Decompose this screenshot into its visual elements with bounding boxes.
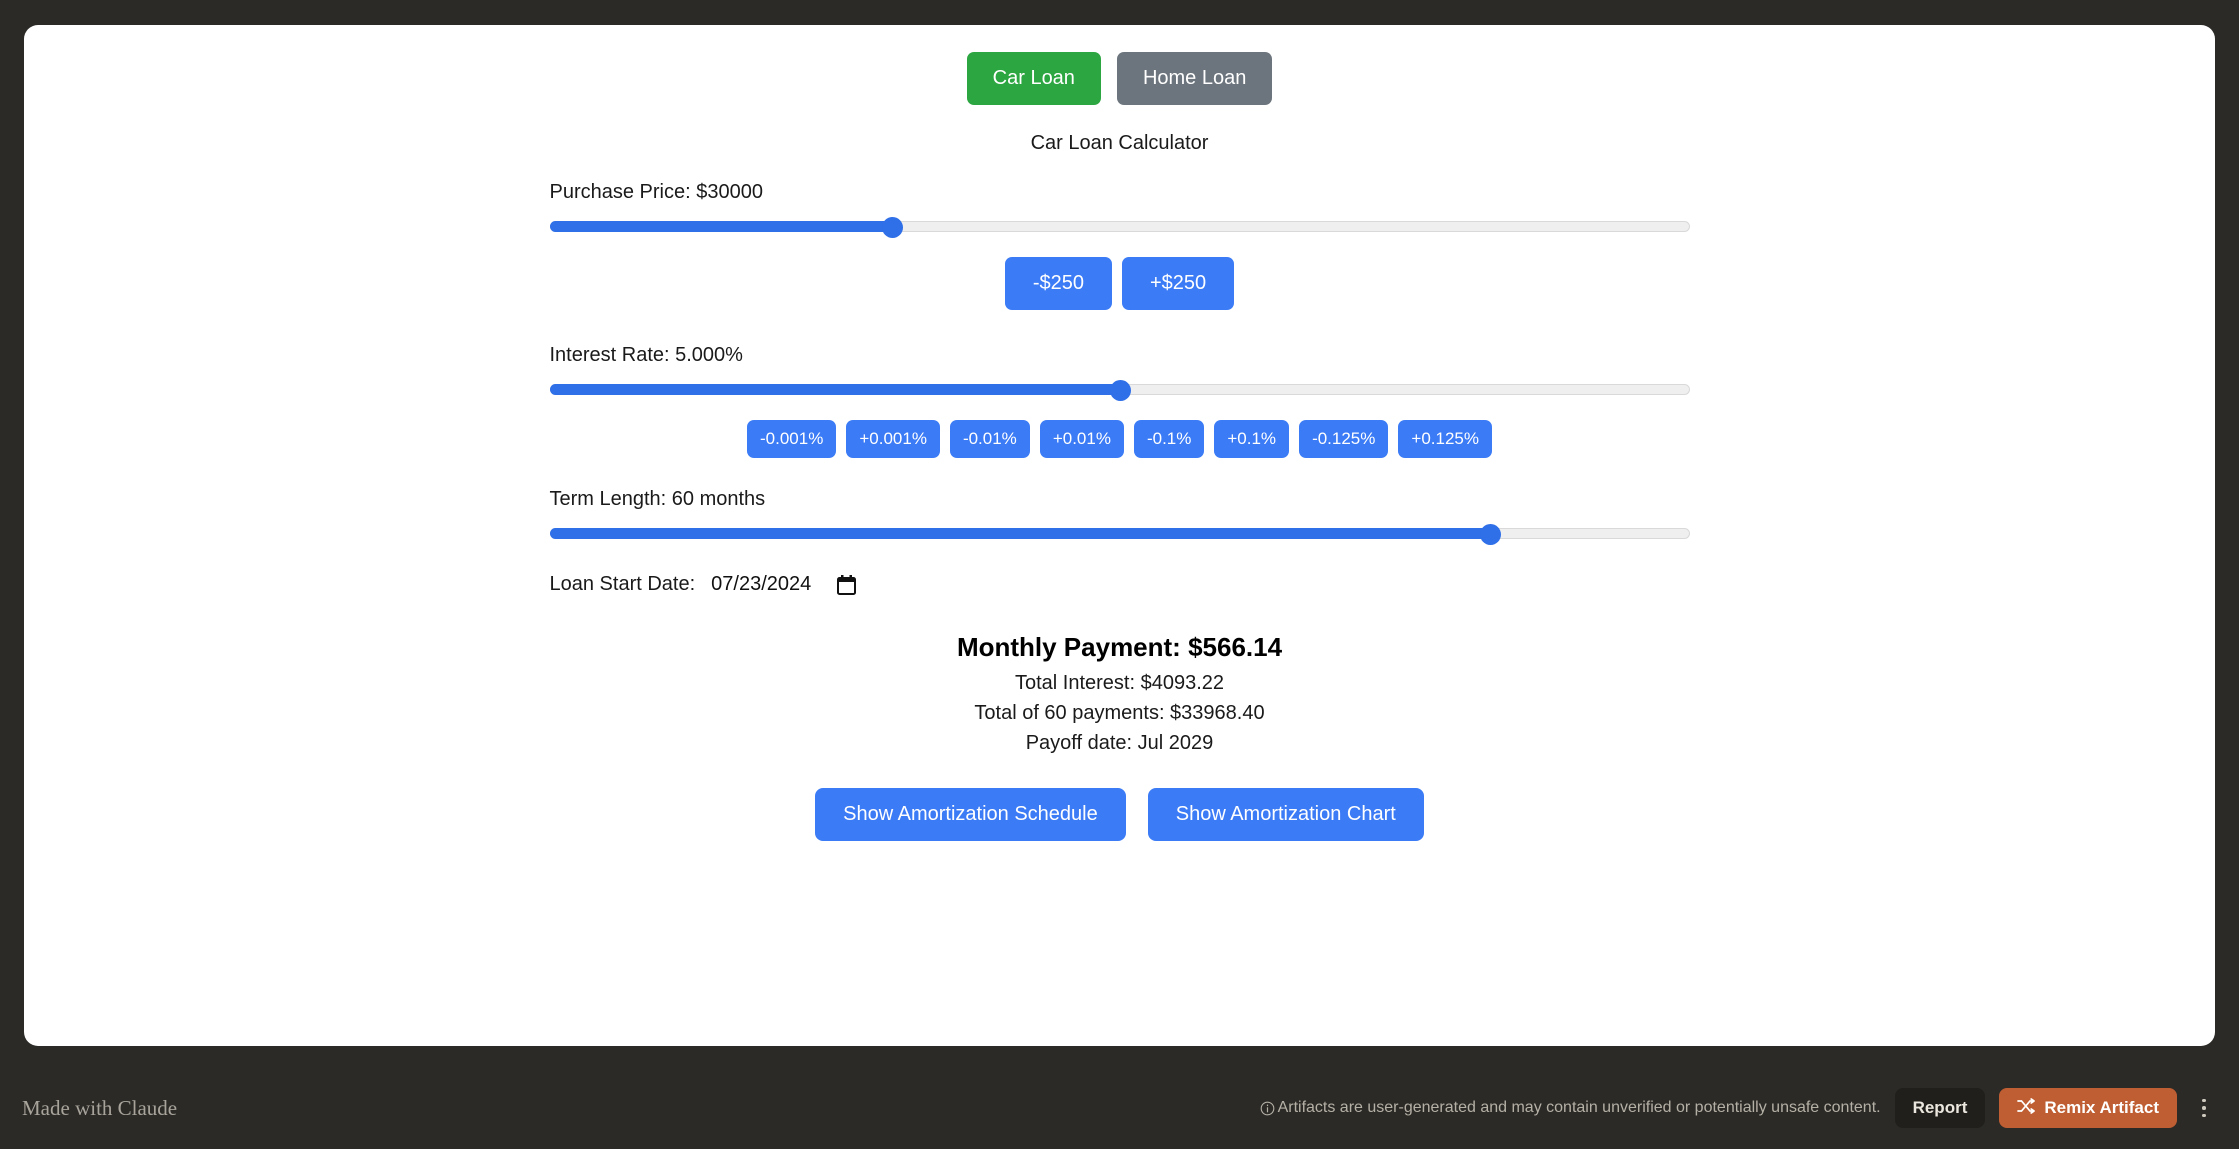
total-payments-value: Total of 60 payments: $33968.40 <box>974 702 1265 724</box>
rate-minus-01-button[interactable]: -0.1% <box>1133 420 1205 458</box>
interest-rate-label: Interest Rate: 5.000% <box>549 344 743 366</box>
amortization-actions: Show Amortization Schedule Show Amortiza… <box>550 788 1690 841</box>
page-title: Car Loan Calculator <box>1030 132 1209 154</box>
rate-minus-001-button[interactable]: -0.01% <box>949 420 1030 458</box>
interest-rate-group: Interest Rate: 5.000% -0.001% +0.001% -0… <box>549 344 1690 458</box>
slider-thumb[interactable] <box>1109 380 1131 401</box>
rate-minus-0001-button[interactable]: -0.001% <box>747 420 837 458</box>
purchase-price-group: Purchase Price: $30000 -$250 +$250 <box>549 181 1690 310</box>
calendar-icon[interactable] <box>837 574 857 595</box>
slider-thumb[interactable] <box>1480 524 1501 545</box>
loan-start-date-label: Loan Start Date: <box>549 573 696 595</box>
footer-actions: Artifacts are user-generated and may con… <box>1260 1088 2217 1128</box>
remix-artifact-label: Remix Artifact <box>2044 1098 2159 1117</box>
loan-start-date-group: Loan Start Date: 07/23/2024 <box>550 573 1690 596</box>
calculator-form: Purchase Price: $30000 -$250 +$250 Inter… <box>549 155 1690 841</box>
purchase-price-label: Purchase Price: $30000 <box>549 181 763 203</box>
results-summary: Monthly Payment: $566.14 Total Interest:… <box>550 632 1690 755</box>
rate-plus-01-button[interactable]: +0.1% <box>1214 420 1290 458</box>
disclaimer-text: Artifacts are user-generated and may con… <box>1277 1099 1881 1116</box>
total-interest-value: Total Interest: $4093.22 <box>1014 672 1225 694</box>
made-with-claude-label: Made with Claude <box>22 1095 178 1120</box>
term-length-label: Term Length: 60 months <box>549 488 766 510</box>
purchase-price-slider[interactable] <box>549 217 1690 238</box>
term-length-group: Term Length: 60 months <box>549 488 1690 545</box>
shuffle-icon <box>2017 1097 2036 1119</box>
rate-plus-0001-button[interactable]: +0.001% <box>846 420 940 458</box>
purchase-price-steppers: -$250 +$250 <box>550 257 1690 310</box>
info-icon <box>1260 1101 1275 1116</box>
show-amortization-schedule-button[interactable]: Show Amortization Schedule <box>815 788 1126 841</box>
remix-artifact-button[interactable]: Remix Artifact <box>1999 1088 2177 1128</box>
artifact-disclaimer: Artifacts are user-generated and may con… <box>1260 1099 1881 1117</box>
report-button[interactable]: Report <box>1894 1088 1986 1128</box>
show-amortization-chart-button[interactable]: Show Amortization Chart <box>1147 788 1424 841</box>
loan-type-tabs: Car Loan Home Loan <box>24 52 2215 105</box>
term-length-slider[interactable] <box>549 524 1690 545</box>
decrease-price-button[interactable]: -$250 <box>1004 257 1112 310</box>
artifact-footer: Made with Claude Artifacts are user-gene… <box>0 1067 2239 1149</box>
tab-home-loan[interactable]: Home Loan <box>1116 52 1273 105</box>
slider-fill <box>549 528 1490 539</box>
slider-fill <box>549 221 892 232</box>
calculator-content: Car Loan Home Loan Car Loan Calculator P… <box>24 25 2215 1046</box>
slider-thumb[interactable] <box>881 217 903 238</box>
slider-fill <box>549 384 1120 395</box>
payoff-date-value: Payoff date: Jul 2029 <box>1025 732 1214 754</box>
rate-minus-0125-button[interactable]: -0.125% <box>1299 420 1389 458</box>
artifact-panel: Car Loan Home Loan Car Loan Calculator P… <box>24 25 2215 1046</box>
tab-car-loan[interactable]: Car Loan <box>966 52 1101 105</box>
rate-plus-001-button[interactable]: +0.01% <box>1039 420 1124 458</box>
interest-rate-slider[interactable] <box>549 380 1690 401</box>
loan-start-date-input[interactable]: 07/23/2024 <box>711 573 811 596</box>
interest-rate-steppers: -0.001% +0.001% -0.01% +0.01% -0.1% +0.1… <box>550 420 1690 458</box>
rate-plus-0125-button[interactable]: +0.125% <box>1398 420 1492 458</box>
app-background: Car Loan Home Loan Car Loan Calculator P… <box>0 0 2239 1149</box>
more-options-icon[interactable] <box>2191 1091 2217 1125</box>
monthly-payment-value: Monthly Payment: $566.14 <box>956 632 1283 662</box>
increase-price-button[interactable]: +$250 <box>1121 257 1235 310</box>
